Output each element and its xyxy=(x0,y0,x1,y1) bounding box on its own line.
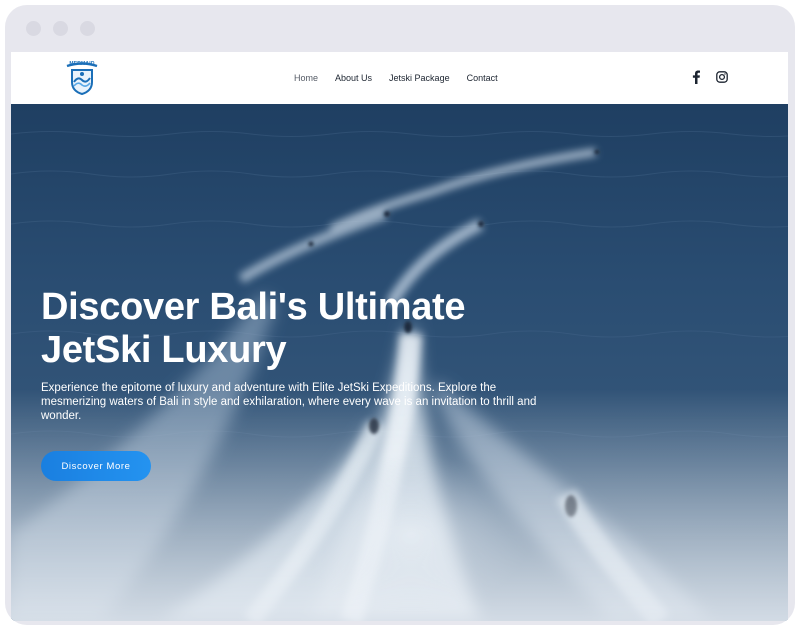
window-close-dot[interactable] xyxy=(26,21,41,36)
main-nav: Home About Us Jetski Package Contact xyxy=(294,52,498,104)
hero-title-line-1: Discover Bali's Ultimate xyxy=(41,286,466,328)
hero-description: Experience the epitome of luxury and adv… xyxy=(41,382,537,422)
hero-title: Discover Bali's Ultimate JetSki Luxury xyxy=(41,286,561,372)
window-minimize-dot[interactable] xyxy=(53,21,68,36)
hero-title-line-2: JetSki Luxury xyxy=(41,329,287,371)
nav-home[interactable]: Home xyxy=(294,73,318,83)
hero-section: Discover Bali's Ultimate JetSki Luxury E… xyxy=(11,104,788,621)
instagram-icon[interactable] xyxy=(715,70,729,84)
facebook-icon[interactable] xyxy=(689,70,703,84)
window-maximize-dot[interactable] xyxy=(80,21,95,36)
page-viewport: MERMAID Home About Us Jetski Package Con… xyxy=(11,52,788,621)
discover-more-button[interactable]: Discover More xyxy=(41,451,151,481)
browser-window: MERMAID Home About Us Jetski Package Con… xyxy=(5,5,795,625)
brand-logo[interactable]: MERMAID xyxy=(63,60,101,96)
browser-titlebar xyxy=(5,5,795,52)
logo-text: MERMAID xyxy=(69,61,95,67)
nav-contact[interactable]: Contact xyxy=(467,73,498,83)
nav-about-us[interactable]: About Us xyxy=(335,73,372,83)
nav-jetski-package[interactable]: Jetski Package xyxy=(389,73,450,83)
site-header: MERMAID Home About Us Jetski Package Con… xyxy=(11,52,788,104)
social-links xyxy=(689,70,729,84)
